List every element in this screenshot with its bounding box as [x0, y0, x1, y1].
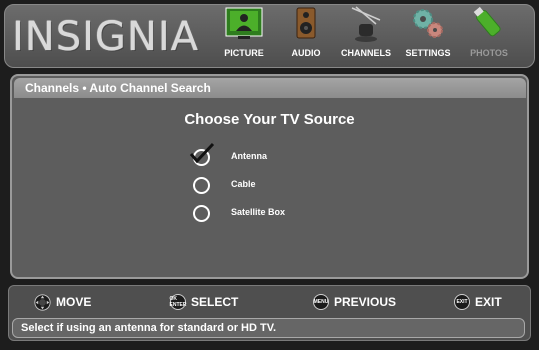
menu-item-channels[interactable]: CHANNELS: [336, 4, 396, 64]
breadcrumb-text: Channels • Auto Channel Search: [25, 81, 211, 95]
radio-satellite-box[interactable]: [193, 205, 210, 222]
menu-item-picture[interactable]: PICTURE: [219, 4, 269, 64]
hint-previous: MENU PREVIOUS: [313, 294, 396, 310]
option-label: Antenna: [231, 151, 267, 161]
menu-label-channels: CHANNELS: [340, 48, 392, 58]
hint-label: SELECT: [191, 295, 239, 309]
menu-item-photos: PHOTOS: [464, 4, 514, 64]
hint-label: MOVE: [56, 295, 92, 309]
menu-item-settings[interactable]: SETTINGS: [400, 4, 456, 64]
option-label: Satellite Box: [231, 207, 286, 217]
ok-enter-button-icon: OK ENTER: [169, 294, 187, 310]
gears-icon: [413, 9, 443, 38]
radio-cable[interactable]: [193, 177, 210, 194]
usb-drive-icon: [473, 6, 501, 37]
page-title: Choose Your TV Source: [184, 111, 355, 128]
status-help-text: Select if using an antenna for standard …: [12, 318, 525, 338]
hint-label: PREVIOUS: [334, 295, 397, 309]
speaker-icon: [296, 7, 316, 39]
option-antenna[interactable]: Antenna: [189, 142, 301, 168]
menu-label-audio: AUDIO: [291, 48, 321, 58]
option-satellite-box[interactable]: Satellite Box: [191, 202, 301, 224]
checkmark-icon: [189, 142, 215, 164]
antenna-icon: [351, 6, 381, 42]
dpad-icon: [34, 293, 51, 311]
insignia-logo: INSIGNIA: [12, 14, 199, 60]
menu-label-photos: PHOTOS: [470, 48, 508, 58]
hint-select: OK ENTER SELECT: [170, 294, 238, 310]
exit-button-icon: EXIT: [454, 294, 470, 310]
hint-label: EXIT: [475, 295, 502, 309]
hint-move: MOVE: [34, 293, 92, 311]
menu-label-settings: SETTINGS: [405, 48, 451, 58]
status-text: Select if using an antenna for standard …: [21, 322, 277, 334]
picture-icon: [225, 7, 263, 39]
menu-label-picture: PICTURE: [224, 48, 264, 58]
menu-button-icon: MENU: [313, 294, 329, 310]
breadcrumb: Channels • Auto Channel Search: [14, 78, 526, 98]
option-cable[interactable]: Cable: [191, 174, 301, 196]
option-label: Cable: [231, 179, 256, 189]
menu-item-audio[interactable]: AUDIO: [286, 4, 326, 64]
hint-exit: EXIT EXIT: [454, 294, 502, 310]
